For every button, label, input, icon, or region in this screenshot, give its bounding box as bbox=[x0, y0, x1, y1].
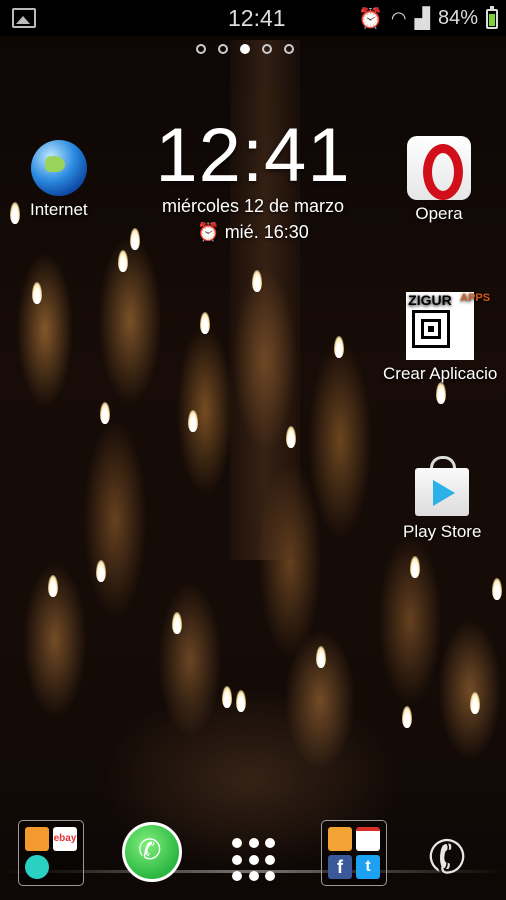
dock-folder-right[interactable]: f t bbox=[321, 820, 387, 886]
page-dot[interactable] bbox=[262, 44, 272, 54]
app-label: Opera bbox=[415, 204, 463, 223]
battery-percent: 84% bbox=[437, 7, 478, 29]
alarm-icon: ⏰ bbox=[357, 8, 383, 30]
clock-widget-alarm: ⏰ mié. 16:30 bbox=[197, 222, 309, 242]
page-dot-active[interactable] bbox=[240, 44, 250, 54]
opera-icon bbox=[407, 136, 471, 200]
box-app-icon bbox=[25, 827, 49, 851]
phone-icon[interactable]: ✆ bbox=[420, 825, 475, 889]
status-clock: 12:41 bbox=[228, 5, 286, 31]
globe-icon bbox=[30, 140, 87, 196]
page-dot[interactable] bbox=[196, 44, 206, 54]
maze-icon bbox=[412, 310, 451, 348]
status-icons: ⏰ ◠ ▟ 84% bbox=[357, 5, 498, 31]
app-zigur-crear-aplicacion[interactable]: ZIGUR APPS Crear Aplicacio bbox=[383, 292, 497, 384]
dock: ebay f t ✆ bbox=[0, 808, 506, 900]
app-label: Internet bbox=[30, 200, 88, 219]
play-store-icon bbox=[413, 456, 471, 518]
status-bar[interactable]: 12:41 ⏰ ◠ ▟ 84% bbox=[0, 0, 506, 36]
app-play-store[interactable]: Play Store bbox=[403, 456, 481, 542]
gmail-icon bbox=[356, 827, 380, 851]
signal-icon: ▟ bbox=[414, 8, 430, 30]
twitter-icon: t bbox=[356, 855, 380, 879]
ebay-icon: ebay bbox=[53, 827, 77, 851]
page-dot[interactable] bbox=[284, 44, 294, 54]
zigur-apps-icon: ZIGUR APPS bbox=[406, 292, 491, 360]
cloud-app-icon bbox=[25, 855, 49, 879]
app-label: Crear Aplicacio bbox=[383, 364, 498, 383]
image-notification-icon bbox=[12, 8, 36, 28]
zigur-side-text: APPS bbox=[460, 292, 491, 304]
battery-icon bbox=[486, 5, 498, 29]
page-indicator[interactable] bbox=[196, 44, 294, 54]
app-internet[interactable]: Internet bbox=[30, 140, 88, 220]
zigur-logo-text: ZIGUR bbox=[408, 292, 452, 308]
page-dot[interactable] bbox=[218, 44, 228, 54]
app-label: Play Store bbox=[403, 522, 482, 541]
alarm-icon: ⏰ bbox=[197, 222, 220, 242]
app-drawer-icon[interactable] bbox=[232, 838, 276, 882]
whatsapp-icon[interactable] bbox=[122, 822, 182, 882]
wifi-icon: ◠ bbox=[390, 8, 407, 28]
facebook-icon: f bbox=[328, 855, 352, 879]
app-opera[interactable]: Opera bbox=[407, 136, 471, 224]
slideshow-app-icon bbox=[328, 827, 352, 851]
dock-folder-left[interactable]: ebay bbox=[18, 820, 84, 886]
